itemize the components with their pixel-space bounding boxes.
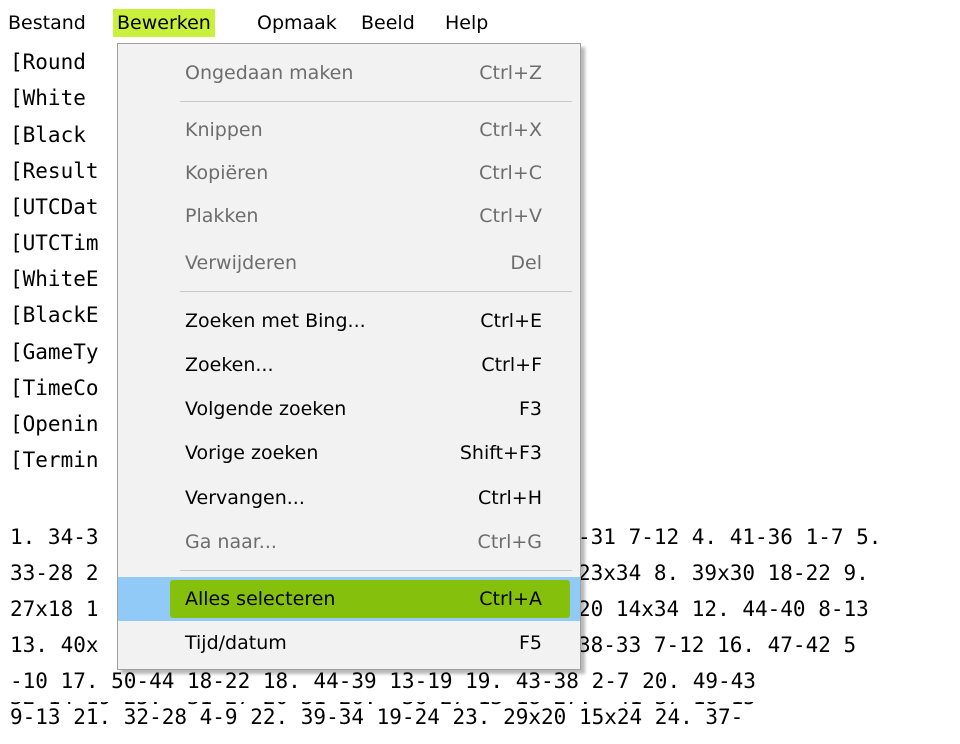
menu-item-copy[interactable]: Kopiëren Ctrl+C	[118, 151, 580, 195]
menu-item-replace[interactable]: Vervangen... Ctrl+H	[118, 476, 580, 520]
menu-item-find-previous[interactable]: Vorige zoeken Shift+F3	[118, 431, 580, 475]
menu-item-go-to[interactable]: Ga naar... Ctrl+G	[118, 520, 580, 564]
menu-item-shortcut: Ctrl+E	[480, 310, 542, 332]
menu-item-label: Ongedaan maken	[185, 62, 354, 84]
moves-line-cut: 32 14-19 25. 31-27 20-31 26. 36-27 13-18…	[10, 702, 930, 712]
menu-item-shortcut: Ctrl+Z	[479, 62, 542, 84]
menu-item-shortcut: Ctrl+F	[481, 354, 542, 376]
menu-bestand[interactable]: Bestand	[4, 9, 90, 37]
menu-item-shortcut: F5	[518, 632, 542, 654]
moves-line-left: 33-28 2	[10, 561, 99, 585]
menu-item-label: Ga naar...	[185, 531, 277, 553]
menu-beeld[interactable]: Beeld	[357, 9, 419, 37]
moves-line-cut-text: 32 14-19 25. 31-27 20-31 26. 36-27 13-18…	[10, 702, 930, 712]
moves-line-left: 1. 34-3	[10, 525, 99, 549]
header-line: [UTCDat	[10, 195, 99, 219]
menu-item-shortcut: Ctrl+A	[479, 588, 542, 610]
menu-item-find[interactable]: Zoeken... Ctrl+F	[118, 343, 580, 387]
menu-item-shortcut: Ctrl+H	[477, 487, 542, 509]
moves-line-left: 27x18 1	[10, 597, 99, 621]
menu-separator	[180, 291, 572, 292]
header-line: [GameTy	[10, 340, 99, 364]
menu-item-shortcut: Shift+F3	[459, 442, 542, 464]
header-line: [Openin	[10, 412, 99, 436]
menu-item-shortcut: F3	[518, 398, 542, 420]
moves-line-left: 13. 40x	[10, 633, 99, 657]
header-line: [WhiteE	[10, 267, 99, 291]
header-line: [UTCTim	[10, 231, 99, 255]
menu-item-label: Vorige zoeken	[185, 442, 319, 464]
menu-item-find-next[interactable]: Volgende zoeken F3	[118, 387, 580, 431]
moves-line-right: 38-33 7-12 16. 47-42 5	[578, 633, 857, 657]
menu-item-label: Alles selecteren	[185, 588, 336, 610]
menu-item-label: Zoeken met Bing...	[185, 310, 366, 332]
header-line: [Black	[10, 123, 86, 147]
header-line: [Result	[10, 159, 99, 183]
menu-item-undo[interactable]: Ongedaan maken Ctrl+Z	[118, 51, 580, 95]
menu-item-paste[interactable]: Plakken Ctrl+V	[118, 194, 580, 238]
menu-item-shortcut: Ctrl+X	[479, 119, 542, 141]
menu-item-label: Plakken	[185, 205, 259, 227]
menu-item-shortcut: Ctrl+G	[477, 531, 542, 553]
menu-item-label: Knippen	[185, 119, 263, 141]
menu-item-shortcut: Ctrl+C	[479, 162, 542, 184]
header-line: [Termin	[10, 448, 99, 472]
menu-item-search-bing[interactable]: Zoeken met Bing... Ctrl+E	[118, 299, 580, 343]
menu-item-time-date[interactable]: Tijd/datum F5	[118, 621, 580, 665]
menu-item-delete[interactable]: Verwijderen Del	[118, 241, 580, 285]
menu-item-cut[interactable]: Knippen Ctrl+X	[118, 108, 580, 152]
moves-line-right: 20 14x34 12. 44-40 8-13	[578, 597, 869, 621]
menu-item-label: Zoeken...	[185, 354, 274, 376]
menu-bewerken[interactable]: Bewerken	[113, 9, 215, 37]
header-line: [BlackE	[10, 303, 99, 327]
menu-item-label: Kopiëren	[185, 162, 269, 184]
moves-line-right: -31 7-12 4. 41-36 1-7 5.	[578, 525, 882, 549]
menu-separator	[180, 101, 572, 102]
edit-menu-dropdown: Ongedaan maken Ctrl+Z Knippen Ctrl+X Kop…	[117, 43, 581, 670]
menu-item-label: Tijd/datum	[185, 632, 287, 654]
header-line: [Round	[10, 50, 86, 74]
header-line: [White	[10, 86, 86, 110]
moves-line-right: 23x34 8. 39x30 18-22 9.	[578, 561, 869, 585]
menu-item-shortcut: Del	[510, 252, 542, 274]
menu-item-label: Vervangen...	[185, 487, 305, 509]
menu-item-shortcut: Ctrl+V	[479, 205, 542, 227]
menu-separator	[180, 570, 572, 571]
menu-item-select-all[interactable]: Alles selecteren Ctrl+A	[118, 577, 580, 621]
menu-item-label: Verwijderen	[185, 252, 297, 274]
menu-opmaak[interactable]: Opmaak	[253, 9, 341, 37]
header-line: [TimeCo	[10, 376, 99, 400]
moves-line: -10 17. 50-44 18-22 18. 44-39 13-19 19. …	[10, 669, 756, 693]
menu-help[interactable]: Help	[441, 9, 492, 37]
menu-bar: Bestand Bewerken Opmaak Beeld Help	[0, 0, 960, 44]
menu-item-label: Volgende zoeken	[185, 398, 347, 420]
